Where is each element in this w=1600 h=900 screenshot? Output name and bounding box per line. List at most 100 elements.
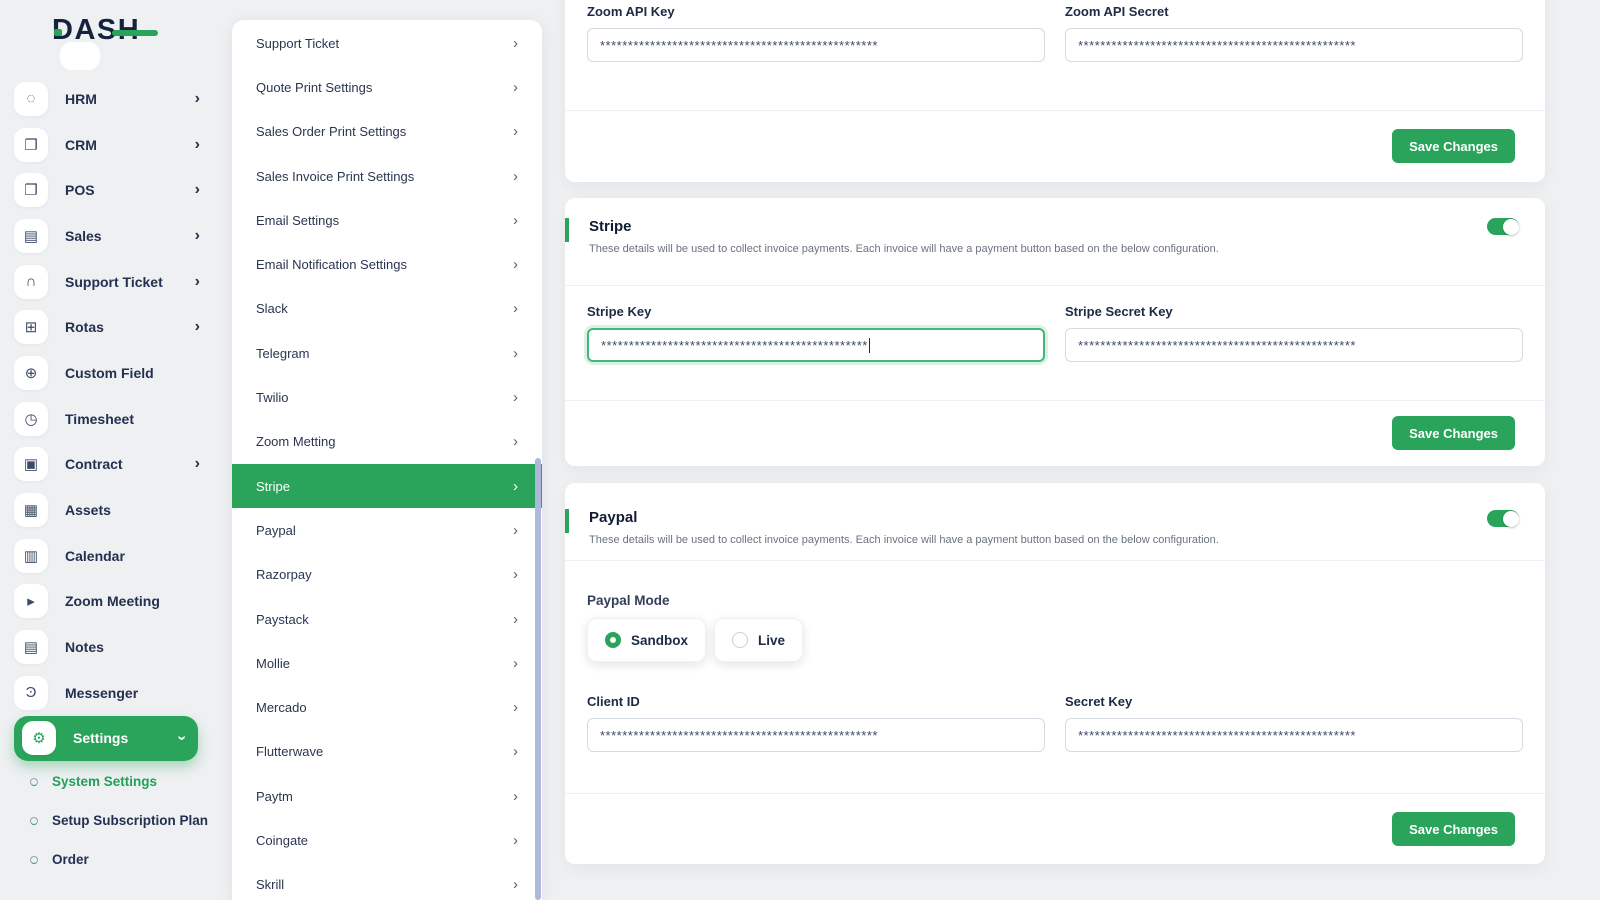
sidebar-item-custom-field[interactable]: ⊕ Custom Field <box>0 350 216 396</box>
sidebar-item-rotas[interactable]: ⊞ Rotas › <box>0 304 216 350</box>
settings-menu-item-slack[interactable]: Slack › <box>232 287 542 331</box>
paypal-enabled-toggle[interactable] <box>1487 510 1519 527</box>
bullet-ring-icon <box>30 816 38 825</box>
settings-menu-item-mollie[interactable]: Mollie › <box>232 641 542 685</box>
subitem-label: System Settings <box>52 774 158 789</box>
calendar-icon: ▥ <box>14 538 48 573</box>
save-changes-button[interactable]: Save Changes <box>1392 416 1515 450</box>
chevron-right-icon: › <box>513 167 518 185</box>
menu-item-label: Skrill <box>256 877 285 893</box>
sidebar-item-assets[interactable]: ▦ Assets <box>0 487 216 533</box>
subitem-label: Order <box>52 852 89 867</box>
sidebar-item-settings[interactable]: ⚙ Settings › <box>14 715 198 761</box>
sidebar-item-notes[interactable]: ▤ Notes <box>0 624 216 670</box>
stripe-secret-key-label: Stripe Secret Key <box>1065 304 1173 319</box>
chevron-right-icon: › <box>513 389 518 407</box>
sidebar-item-pos[interactable]: ❐ POS › <box>0 167 216 213</box>
menu-item-label: Support Ticket <box>256 35 340 51</box>
bullet-ring-icon <box>30 855 38 864</box>
paypal-client-id-input[interactable]: ****************************************… <box>587 718 1045 752</box>
menu-item-label: Flutterwave <box>256 744 324 760</box>
sidebar-subitem-setup-subscription-plan[interactable]: Setup Subscription Plan <box>0 801 216 840</box>
grid-plus-icon: ⊞ <box>14 310 48 345</box>
chevron-right-icon: › <box>513 876 518 894</box>
settings-menu-item-paystack[interactable]: Paystack › <box>232 597 542 641</box>
sidebar-item-contract[interactable]: ▣ Contract › <box>0 442 216 488</box>
stripe-secret-key-input[interactable]: ****************************************… <box>1065 328 1523 362</box>
settings-menu-item-email-settings[interactable]: Email Settings › <box>232 198 542 242</box>
settings-menu-item-coingate[interactable]: Coingate › <box>232 818 542 862</box>
settings-menu-item-skrill[interactable]: Skrill › <box>232 863 542 900</box>
chevron-right-icon: › <box>513 211 518 229</box>
settings-menu-item-paypal[interactable]: Paypal › <box>232 508 542 552</box>
settings-menu-item-stripe[interactable]: Stripe › <box>232 463 542 509</box>
sidebar-item-sales[interactable]: ▤ Sales › <box>0 213 216 259</box>
stripe-enabled-toggle[interactable] <box>1487 218 1519 235</box>
settings-menu-item-twilio[interactable]: Twilio › <box>232 375 542 419</box>
panel-scrollbar-thumb[interactable] <box>535 458 541 900</box>
zoom-api-key-input[interactable]: ****************************************… <box>587 28 1045 62</box>
masked-value: ****************************************… <box>600 727 878 743</box>
settings-menu-item-zoom-metting[interactable]: Zoom Metting › <box>232 420 542 464</box>
masked-value: ****************************************… <box>1078 337 1356 353</box>
chevron-right-icon: › <box>513 433 518 451</box>
sidebar-subitem-order[interactable]: Order <box>0 840 216 879</box>
settings-menu-item-sales-invoice-print-settings[interactable]: Sales Invoice Print Settings › <box>232 154 542 198</box>
sidebar-item-label: Custom Field <box>65 364 154 381</box>
menu-item-label: Mollie <box>256 655 290 671</box>
menu-item-label: Mercado <box>256 700 307 716</box>
paypal-mode-sandbox-option[interactable]: Sandbox <box>587 618 707 662</box>
save-changes-button[interactable]: Save Changes <box>1392 129 1515 163</box>
settings-menu-item-quote-print-settings[interactable]: Quote Print Settings › <box>232 65 542 109</box>
settings-menu-item-email-notification-settings[interactable]: Email Notification Settings › <box>232 242 542 286</box>
sidebar-item-label: Sales <box>65 227 102 244</box>
masked-value: ****************************************… <box>1078 37 1356 53</box>
save-changes-button[interactable]: Save Changes <box>1392 812 1515 846</box>
menu-item-label: Paystack <box>256 611 309 627</box>
settings-menu-item-flutterwave[interactable]: Flutterwave › <box>232 730 542 774</box>
paypal-secret-key-input[interactable]: ****************************************… <box>1065 718 1523 752</box>
gear-icon: ⚙ <box>22 721 56 756</box>
stripe-card-description: These details will be used to collect in… <box>589 243 1219 255</box>
sidebar-item-support-ticket[interactable]: ∩ Support Ticket › <box>0 259 216 305</box>
sidebar-item-messenger[interactable]: Ͽ Messenger <box>0 670 216 716</box>
settings-menu-item-razorpay[interactable]: Razorpay › <box>232 553 542 597</box>
document-icon: ▤ <box>14 218 48 253</box>
zoom-settings-card: Zoom API Key ***************************… <box>565 0 1545 182</box>
menu-item-label: Email Settings <box>256 212 340 228</box>
settings-menu-panel: Support Ticket › Quote Print Settings › … <box>232 20 542 900</box>
settings-menu-item-sales-order-print-settings[interactable]: Sales Order Print Settings › <box>232 110 542 154</box>
menu-item-label: Email Notification Settings <box>256 257 408 273</box>
settings-menu-item-mercado[interactable]: Mercado › <box>232 685 542 729</box>
sidebar-subitem-system-settings[interactable]: System Settings <box>0 762 216 801</box>
menu-item-label: Slack <box>256 301 288 317</box>
zoom-api-key-label: Zoom API Key <box>587 4 675 19</box>
settings-menu-item-paytm[interactable]: Paytm › <box>232 774 542 818</box>
menu-item-label: Twilio <box>256 390 289 406</box>
chat-bubble-icon: Ͽ <box>14 675 48 710</box>
sidebar-item-label: Notes <box>65 639 104 656</box>
main-sidebar: DASH ◌ HRM › ❐ CRM › ❐ POS › ▤ Sales › ∩… <box>0 0 216 900</box>
sidebar-item-label: Timesheet <box>65 410 134 427</box>
settings-menu-item-support-ticket[interactable]: Support Ticket › <box>232 21 542 65</box>
sidebar-item-zoom-meeting[interactable]: ▸ Zoom Meeting <box>0 579 216 625</box>
sidebar-item-hrm[interactable]: ◌ HRM › <box>0 76 216 122</box>
chevron-right-icon: › <box>194 181 200 199</box>
chevron-right-icon: › <box>513 566 518 584</box>
zoom-api-secret-input[interactable]: ****************************************… <box>1065 28 1523 62</box>
sidebar-item-label: CRM <box>65 136 97 153</box>
chevron-right-icon: › <box>513 831 518 849</box>
stripe-key-input[interactable]: ****************************************… <box>587 328 1045 362</box>
sidebar-item-calendar[interactable]: ▥ Calendar <box>0 533 216 579</box>
settings-menu-item-telegram[interactable]: Telegram › <box>232 331 542 375</box>
masked-value: ****************************************… <box>600 37 878 53</box>
sidebar-item-timesheet[interactable]: ◷ Timesheet <box>0 396 216 442</box>
sidebar-item-label: Assets <box>65 502 111 519</box>
sidebar-item-label: POS <box>65 182 95 199</box>
chevron-right-icon: › <box>513 344 518 362</box>
paypal-mode-live-option[interactable]: Live <box>714 618 804 662</box>
sidebar-item-crm[interactable]: ❐ CRM › <box>0 122 216 168</box>
sidebar-item-label: Calendar <box>65 547 125 564</box>
chevron-right-icon: › <box>513 477 518 495</box>
settings-menu-list: Support Ticket › Quote Print Settings › … <box>232 20 542 900</box>
